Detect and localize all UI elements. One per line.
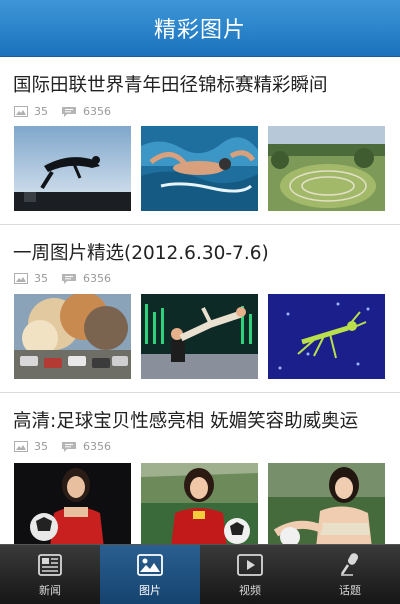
page-title: 精彩图片	[153, 18, 246, 43]
tab-news[interactable]: 新闻	[0, 545, 100, 604]
photo-count: 35	[34, 105, 48, 118]
tab-topics[interactable]: 话题	[300, 545, 400, 604]
gallery-meta: 35 6356	[14, 440, 124, 453]
tab-label: 图片	[139, 584, 161, 597]
smoke-cloud-cars-photo[interactable]	[14, 294, 131, 379]
comment-icon	[62, 441, 76, 452]
swimmer-photo[interactable]	[141, 126, 258, 211]
tab-pictures[interactable]: 图片	[100, 545, 200, 604]
tab-video[interactable]: 视频	[200, 545, 300, 604]
gallery-title: 高清:足球宝贝性感亮相 妩媚笑容助威奥运	[13, 411, 359, 432]
mantis-photo[interactable]	[268, 294, 385, 379]
gallery-item[interactable]: 一周图片精选(2012.6.30-7.6) 35 6356	[0, 225, 400, 393]
bottom-tab-bar: 新闻 图片 视频 话题	[0, 544, 400, 604]
football-model-photo-3[interactable]	[268, 463, 385, 544]
gallery-meta: 35 6356	[14, 105, 124, 118]
photo-count-icon	[14, 441, 28, 452]
photo-count-icon	[14, 106, 28, 117]
football-model-photo-2[interactable]	[141, 463, 258, 544]
figure-skating-pair-photo[interactable]	[141, 294, 258, 379]
gallery-feed[interactable]: 国际田联世界青年田径锦标赛精彩瞬间 35 6356 一周图片精选(2012.6.…	[0, 57, 400, 544]
comment-icon	[62, 273, 76, 284]
gallery-item[interactable]: 高清:足球宝贝性感亮相 妩媚笑容助威奥运 35 6356	[0, 393, 400, 544]
video-icon	[237, 554, 263, 576]
microphone-icon	[340, 553, 358, 576]
comment-count: 6356	[83, 440, 111, 453]
app-header: 精彩图片	[0, 0, 400, 57]
tab-label: 话题	[339, 584, 361, 597]
high-jumper-silhouette-photo[interactable]	[14, 126, 131, 211]
photo-count: 35	[34, 272, 48, 285]
gallery-title: 一周图片精选(2012.6.30-7.6)	[13, 243, 269, 264]
photo-count: 35	[34, 440, 48, 453]
news-icon	[38, 554, 62, 576]
tab-label: 新闻	[39, 584, 61, 597]
comment-icon	[62, 106, 76, 117]
comment-count: 6356	[83, 272, 111, 285]
gallery-meta: 35 6356	[14, 272, 124, 285]
picture-icon	[137, 554, 163, 576]
gallery-title: 国际田联世界青年田径锦标赛精彩瞬间	[13, 75, 328, 96]
stadium-aerial-photo[interactable]	[268, 126, 385, 211]
football-model-photo-1[interactable]	[14, 463, 131, 544]
comment-count: 6356	[83, 105, 111, 118]
tab-label: 视频	[239, 584, 261, 597]
photo-count-icon	[14, 273, 28, 284]
gallery-item[interactable]: 国际田联世界青年田径锦标赛精彩瞬间 35 6356	[0, 57, 400, 225]
